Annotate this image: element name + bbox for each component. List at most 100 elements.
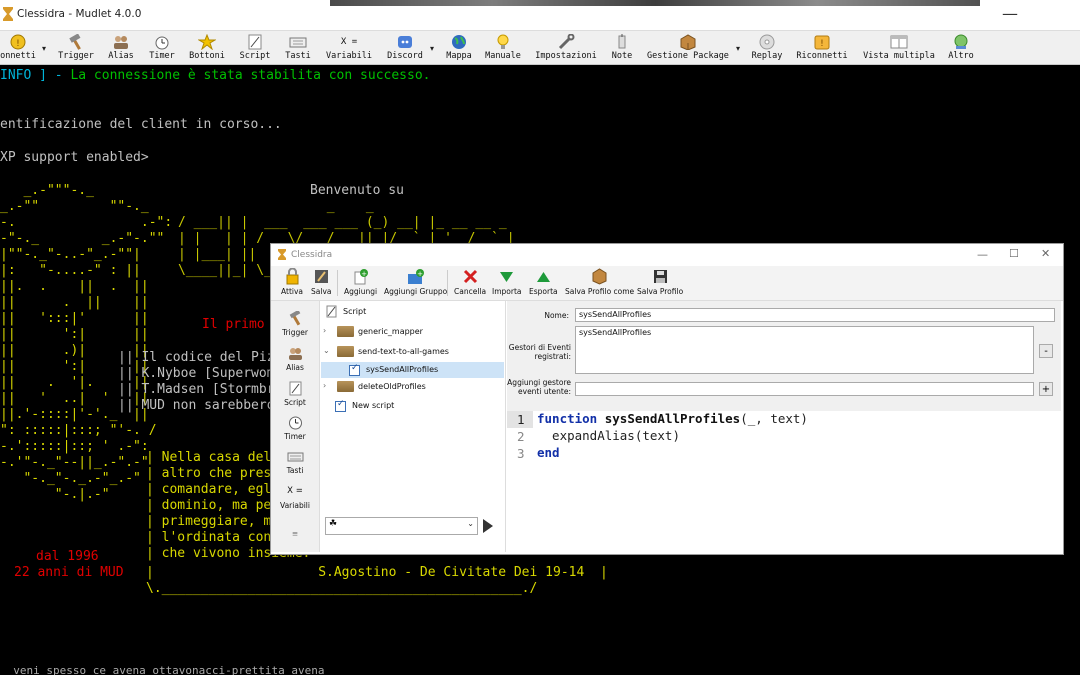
add-handler-label-line: eventi utente: — [518, 387, 571, 396]
toolbar-timer[interactable]: Timer — [146, 31, 178, 64]
toolbar-separator — [447, 270, 448, 296]
gmcp-line: XP support enabled> — [0, 150, 149, 165]
add-handler-button[interactable]: + — [1039, 382, 1053, 396]
quote-line: | Nella casa del g — [146, 450, 287, 465]
code-editor[interactable]: 1 2 3 function sysSendAllProfiles(_, tex… — [507, 411, 1061, 550]
save-profile-as-button[interactable]: Salva Profilo come — [565, 268, 634, 296]
toolbar-discord[interactable]: Discord — [384, 31, 426, 64]
toolbar-manual[interactable]: Manuale — [483, 31, 523, 64]
tree-root[interactable]: Script — [325, 305, 495, 321]
multiview-icon — [890, 35, 908, 49]
variables-icon: X = — [287, 486, 303, 496]
toolbar-script[interactable]: Script — [237, 31, 273, 64]
tree-item-new-script[interactable]: New script — [323, 398, 503, 414]
sidebar-item-script[interactable]: Script — [271, 381, 319, 407]
line-number: 2 — [517, 429, 525, 444]
add-button[interactable]: + Aggiungi — [344, 268, 377, 296]
toolbar-keys[interactable]: Tasti — [282, 31, 314, 64]
dialog-maximize-button[interactable]: ☐ — [1009, 247, 1019, 260]
toolbar-label: Manuale — [485, 51, 521, 61]
discord-dropdown-icon[interactable]: ▾ — [430, 44, 434, 53]
folder-icon — [337, 346, 354, 357]
remove-handler-button[interactable]: - — [1039, 344, 1053, 358]
toolbar-replay[interactable]: Replay — [749, 31, 785, 64]
toolbar-buttons[interactable]: Bottoni — [187, 31, 227, 64]
quote-text: altro che presta — [161, 466, 287, 481]
registered-handlers-list[interactable]: sysSendAllProfiles — [575, 326, 1034, 374]
add-handler-label: Aggiungi gestore eventi utente: — [507, 378, 571, 396]
quote-author: S.Agostino - De Civitate Dei 19-14 — [318, 565, 585, 580]
send-play-button[interactable] — [483, 519, 493, 533]
toolbar-label: Importa — [492, 287, 522, 296]
dialog-minimize-button[interactable]: — — [977, 248, 988, 261]
trigger-icon — [289, 311, 300, 326]
toolbar-trigger[interactable]: Trigger — [57, 31, 95, 64]
code-params: (_, text) — [740, 411, 808, 426]
import-arrow-icon — [500, 272, 514, 282]
import-button[interactable]: Importa — [492, 268, 522, 296]
chevron-down-icon: ⌄ — [467, 519, 474, 528]
sidebar-item-trigger[interactable]: Trigger — [271, 311, 319, 337]
add-group-button[interactable]: + Aggiungi Gruppo — [384, 268, 447, 296]
toolbar-label: Aggiungi Gruppo — [384, 287, 448, 296]
save-profile-button[interactable]: Salva Profilo — [637, 268, 683, 296]
sidebar-item-variables[interactable]: X = Variabili — [271, 484, 319, 510]
dialog-close-button[interactable]: ✕ — [1041, 247, 1050, 260]
name-input[interactable]: sysSendAllProfiles — [575, 308, 1055, 322]
toolbar-map[interactable]: Mappa — [443, 31, 475, 64]
credits-text: T.Madsen [Stormbrin — [141, 382, 291, 397]
connect-dropdown-icon[interactable]: ▾ — [42, 44, 46, 53]
checkbox-checked-icon[interactable] — [349, 363, 360, 376]
minimize-button[interactable]: — — [1002, 4, 1018, 23]
code-keyword: end — [537, 445, 560, 460]
package-dropdown-icon[interactable]: ▾ — [736, 44, 740, 53]
ascii-art-line: _.-"" ""-._ — [0, 199, 149, 214]
chevron-down-icon[interactable]: ⌄ — [323, 346, 330, 355]
checkbox-checked-icon[interactable] — [335, 399, 346, 412]
credits-line: || K.Nyboe [Superwoman — [118, 366, 291, 381]
alias-icon — [114, 36, 128, 49]
window-title: Clessidra - Mudlet 4.0.0 — [17, 8, 142, 20]
logo-line: / ___|| | ___ ___ ___ (_) __| |_ __ __ _ — [178, 215, 507, 230]
delete-button[interactable]: Cancella — [454, 268, 486, 296]
ascii-art-line: -"-._ _.-"-."" — [0, 231, 165, 246]
toolbar-settings[interactable]: Impostazioni — [533, 31, 599, 64]
export-button[interactable]: Esporta — [529, 268, 558, 296]
script-icon — [248, 34, 262, 50]
sidebar-more-icon[interactable]: ≡ — [271, 529, 319, 538]
toolbar-variables[interactable]: X = Variabili — [322, 31, 376, 64]
toolbar-reconnect[interactable]: ! Riconnetti — [795, 31, 849, 64]
tree-item-delete-old-profiles[interactable]: › deleteOldProfiles — [323, 380, 503, 396]
toolbar-other[interactable]: Altro — [946, 31, 976, 64]
tree-item-send-text[interactable]: ⌄ send-text-to-all-games — [323, 345, 503, 361]
sidebar-item-alias[interactable]: Alias — [271, 346, 319, 372]
ascii-art-line: ||. . || . || — [0, 279, 149, 294]
toolbar-connect[interactable]: ! onnetti — [0, 31, 36, 64]
toolbar-alias[interactable]: Alias — [105, 31, 137, 64]
chevron-right-icon[interactable]: › — [323, 326, 326, 335]
toolbar-label: Salva Profilo — [637, 287, 684, 296]
activate-button[interactable]: Attiva — [281, 268, 303, 296]
toolbar-multiview[interactable]: Vista multipla — [860, 31, 938, 64]
line-number: 1 — [517, 412, 525, 427]
globe-icon — [452, 35, 466, 49]
tree-item-generic-mapper[interactable]: › generic_mapper — [323, 325, 503, 341]
toolbar-label: Bottoni — [189, 51, 225, 61]
sidebar-item-keys[interactable]: Tasti — [271, 449, 319, 475]
chevron-right-icon[interactable]: › — [323, 381, 326, 390]
tree-root-label: Script — [343, 307, 367, 316]
save-button[interactable]: Salva — [311, 268, 331, 296]
sidebar-item-timer[interactable]: Timer — [271, 415, 319, 441]
quote-border: \.______________________________________… — [146, 581, 538, 596]
tree-item-sys-send-all-profiles[interactable]: sysSendAllProfiles — [321, 362, 504, 378]
ascii-art-line: || . || || — [0, 295, 149, 310]
toolbar-label: Script — [239, 51, 271, 61]
toolbar-package-manager[interactable]: Gestione Package — [644, 31, 732, 64]
timer-icon — [288, 416, 302, 430]
ascii-art-line: "-.|.-" — [0, 487, 110, 502]
toolbar-notes[interactable]: Note — [608, 31, 636, 64]
sidebar-label: Script — [284, 398, 306, 407]
svg-text:!: ! — [15, 39, 20, 49]
profile-select[interactable]: ☘ ⌄ — [325, 517, 478, 535]
add-handler-input[interactable] — [575, 382, 1034, 396]
